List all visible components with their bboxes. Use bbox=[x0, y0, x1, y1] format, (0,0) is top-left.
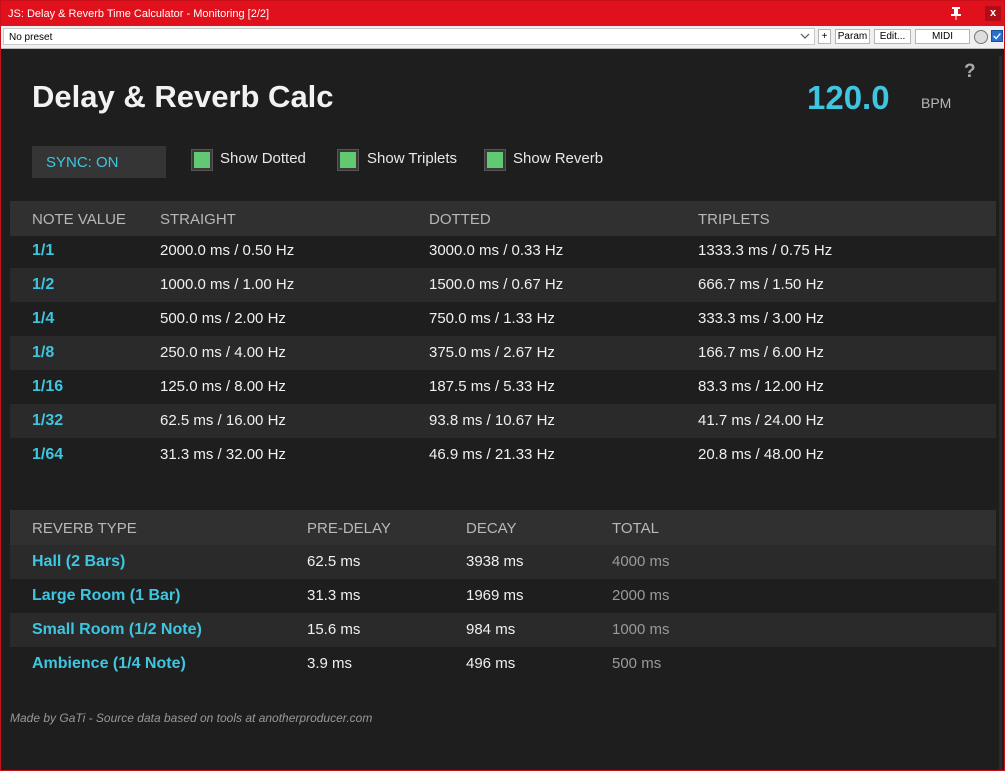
pre-delay-value: 31.3 ms bbox=[307, 587, 361, 604]
table-row: 1/1 2000.0 ms / 0.50 Hz 3000.0 ms / 0.33… bbox=[10, 234, 996, 268]
decay-value: 1969 ms bbox=[466, 587, 524, 604]
dotted-value: 1500.0 ms / 0.67 Hz bbox=[429, 276, 564, 293]
note-value: 1/2 bbox=[32, 276, 55, 293]
straight-value: 125.0 ms / 8.00 Hz bbox=[160, 378, 286, 395]
plugin-window: JS: Delay & Reverb Time Calculator - Mon… bbox=[0, 0, 1005, 771]
dotted-value: 3000.0 ms / 0.33 Hz bbox=[429, 242, 564, 259]
straight-value: 62.5 ms / 16.00 Hz bbox=[160, 412, 286, 429]
col-reverb-type: REVERB TYPE bbox=[32, 520, 137, 537]
note-value: 1/16 bbox=[32, 378, 64, 395]
col-pre-delay: PRE-DELAY bbox=[307, 520, 391, 537]
dotted-value: 375.0 ms / 2.67 Hz bbox=[429, 344, 555, 361]
decay-value: 984 ms bbox=[466, 621, 516, 638]
sync-toggle[interactable]: SYNC: ON bbox=[32, 146, 166, 178]
show-triplets-label: Show Triplets bbox=[367, 150, 458, 167]
show-reverb-checkbox[interactable] bbox=[485, 150, 505, 170]
param-button[interactable]: Param bbox=[835, 29, 870, 44]
pre-delay-value: 62.5 ms bbox=[307, 553, 361, 570]
reverb-type: Hall (2 Bars) bbox=[32, 553, 126, 570]
table-row: 1/8 250.0 ms / 4.00 Hz 375.0 ms / 2.67 H… bbox=[10, 336, 996, 370]
triplets-value: 20.8 ms / 48.00 Hz bbox=[698, 446, 824, 463]
toolbar: No preset + Param Edit... MIDI bbox=[1, 26, 1004, 49]
col-triplets: TRIPLETS bbox=[698, 211, 770, 228]
reverb-table-header: REVERB TYPE PRE-DELAY DECAY TOTAL bbox=[10, 510, 996, 545]
title-bar: JS: Delay & Reverb Time Calculator - Mon… bbox=[1, 1, 1004, 26]
straight-value: 250.0 ms / 4.00 Hz bbox=[160, 344, 286, 361]
dotted-value: 750.0 ms / 1.33 Hz bbox=[429, 310, 555, 327]
triplets-value: 333.3 ms / 3.00 Hz bbox=[698, 310, 824, 327]
pre-delay-value: 3.9 ms bbox=[307, 655, 353, 672]
table-row: 1/2 1000.0 ms / 1.00 Hz 1500.0 ms / 0.67… bbox=[10, 268, 996, 302]
total-value: 500 ms bbox=[612, 655, 662, 672]
preset-value: No preset bbox=[9, 32, 53, 43]
total-value: 4000 ms bbox=[612, 553, 670, 570]
table-row: Small Room (1/2 Note) 15.6 ms 984 ms 100… bbox=[10, 613, 996, 647]
col-dotted: DOTTED bbox=[429, 211, 491, 228]
note-value: 1/64 bbox=[32, 446, 64, 463]
reverb-type: Ambience (1/4 Note) bbox=[32, 655, 186, 672]
preset-dropdown[interactable]: No preset bbox=[3, 28, 815, 45]
bpm-value: 120.0 bbox=[807, 79, 890, 116]
edit-button[interactable]: Edit... bbox=[874, 29, 911, 44]
straight-value: 2000.0 ms / 0.50 Hz bbox=[160, 242, 295, 259]
delay-table-header: NOTE VALUE STRAIGHT DOTTED TRIPLETS bbox=[10, 201, 996, 236]
pre-delay-value: 15.6 ms bbox=[307, 621, 361, 638]
dotted-value: 46.9 ms / 21.33 Hz bbox=[429, 446, 555, 463]
table-row: 1/16 125.0 ms / 8.00 Hz 187.5 ms / 5.33 … bbox=[10, 370, 996, 404]
midi-button[interactable]: MIDI bbox=[915, 29, 970, 44]
note-value: 1/1 bbox=[32, 242, 55, 259]
show-dotted-checkbox[interactable] bbox=[192, 150, 212, 170]
close-button[interactable]: x bbox=[985, 6, 1001, 21]
note-value: 1/4 bbox=[32, 310, 55, 327]
straight-value: 500.0 ms / 2.00 Hz bbox=[160, 310, 286, 327]
triplets-value: 166.7 ms / 6.00 Hz bbox=[698, 344, 824, 361]
col-decay: DECAY bbox=[466, 520, 517, 537]
triplets-value: 1333.3 ms / 0.75 Hz bbox=[698, 242, 833, 259]
table-row: Hall (2 Bars) 62.5 ms 3938 ms 4000 ms bbox=[10, 545, 996, 579]
total-value: 2000 ms bbox=[612, 587, 670, 604]
show-triplets-checkbox[interactable] bbox=[338, 150, 358, 170]
checkbox-icon bbox=[993, 33, 1001, 40]
scrollbar[interactable] bbox=[999, 56, 1002, 770]
dotted-value: 93.8 ms / 10.67 Hz bbox=[429, 412, 555, 429]
straight-value: 31.3 ms / 32.00 Hz bbox=[160, 446, 286, 463]
enable-checkbox[interactable] bbox=[991, 30, 1003, 42]
reverb-type: Small Room (1/2 Note) bbox=[32, 621, 202, 638]
table-row: 1/4 500.0 ms / 2.00 Hz 750.0 ms / 1.33 H… bbox=[10, 302, 996, 336]
window-title: JS: Delay & Reverb Time Calculator - Mon… bbox=[8, 8, 270, 20]
decay-value: 3938 ms bbox=[466, 553, 524, 570]
triplets-value: 41.7 ms / 24.00 Hz bbox=[698, 412, 824, 429]
bpm-unit: BPM bbox=[921, 95, 952, 111]
total-value: 1000 ms bbox=[612, 621, 670, 638]
note-value: 1/8 bbox=[32, 344, 55, 361]
triplets-value: 83.3 ms / 12.00 Hz bbox=[698, 378, 824, 395]
show-dotted-label: Show Dotted bbox=[220, 150, 306, 167]
pin-icon[interactable] bbox=[947, 4, 965, 22]
table-row: 1/64 31.3 ms / 32.00 Hz 46.9 ms / 21.33 … bbox=[10, 438, 996, 472]
help-button[interactable]: ? bbox=[964, 61, 976, 83]
reverb-type: Large Room (1 Bar) bbox=[32, 587, 181, 604]
dotted-value: 187.5 ms / 5.33 Hz bbox=[429, 378, 555, 395]
col-note-value: NOTE VALUE bbox=[32, 211, 126, 228]
straight-value: 1000.0 ms / 1.00 Hz bbox=[160, 276, 295, 293]
add-preset-button[interactable]: + bbox=[818, 29, 831, 44]
plugin-ui: ? Delay & Reverb Calc 120.0 BPM SYNC: ON… bbox=[2, 49, 1004, 770]
table-row: 1/32 62.5 ms / 16.00 Hz 93.8 ms / 10.67 … bbox=[10, 404, 996, 438]
note-value: 1/32 bbox=[32, 412, 64, 429]
page-title: Delay & Reverb Calc bbox=[32, 79, 334, 114]
table-row: Large Room (1 Bar) 31.3 ms 1969 ms 2000 … bbox=[10, 579, 996, 613]
show-reverb-label: Show Reverb bbox=[513, 150, 604, 167]
decay-value: 496 ms bbox=[466, 655, 516, 672]
footer-credit: Made by GaTi - Source data based on tool… bbox=[10, 711, 373, 725]
triplets-value: 666.7 ms / 1.50 Hz bbox=[698, 276, 824, 293]
table-row: Ambience (1/4 Note) 3.9 ms 496 ms 500 ms bbox=[10, 647, 996, 681]
chevron-down-icon bbox=[800, 33, 810, 39]
col-total: TOTAL bbox=[612, 520, 659, 537]
knob-icon[interactable] bbox=[974, 30, 988, 44]
col-straight: STRAIGHT bbox=[160, 211, 236, 228]
